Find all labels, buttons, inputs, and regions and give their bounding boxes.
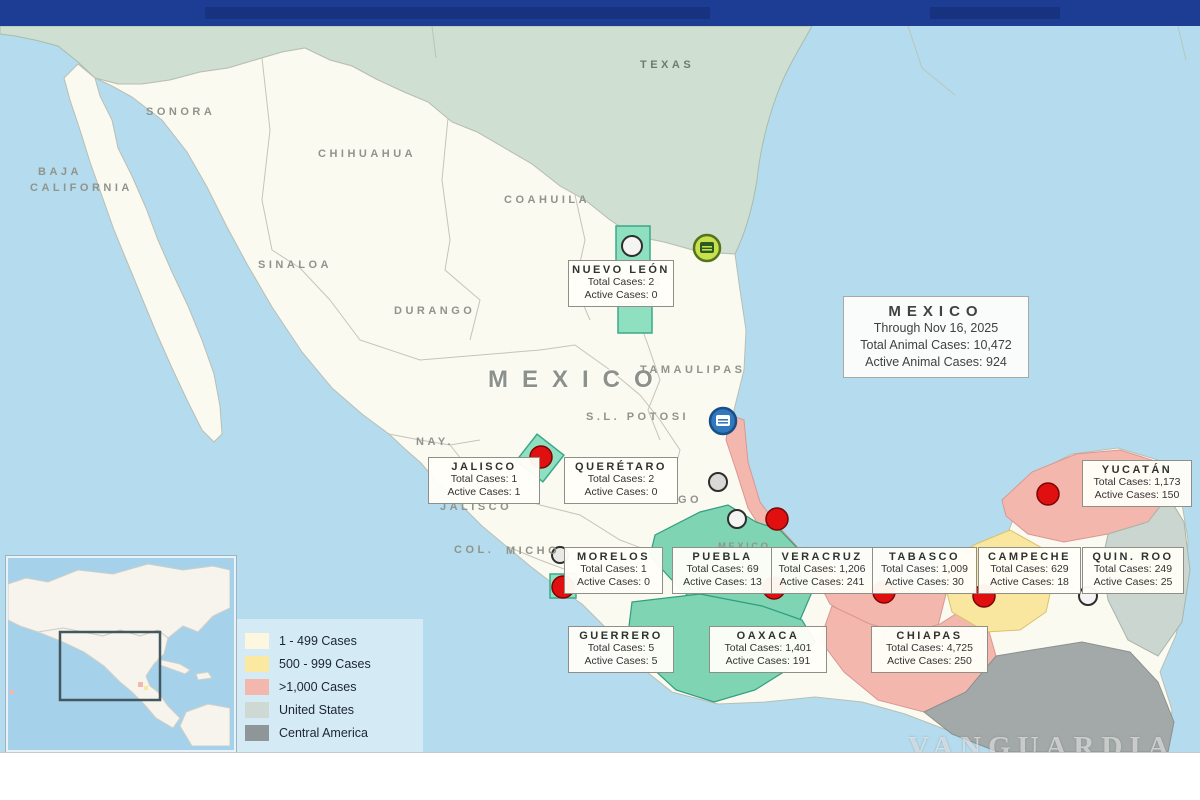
callout-total: Total Cases: 249 — [1085, 563, 1181, 576]
callout-title: MORELOS — [567, 551, 660, 563]
callout-active: Active Cases: 250 — [874, 655, 985, 668]
callout-chiapas: CHIAPAS Total Cases: 4,725 Active Cases:… — [871, 626, 988, 673]
label-sinaloa: SINALOA — [258, 259, 332, 271]
label-california: CALIFORNIA — [30, 182, 133, 194]
callout-title: QUERÉTARO — [567, 461, 675, 473]
callout-guerrero: GUERRERO Total Cases: 5 Active Cases: 5 — [568, 626, 674, 673]
label-sonora: SONORA — [146, 106, 215, 118]
label-coahuila: COAHUILA — [504, 194, 590, 206]
label-tamaulipas: TAMAULIPAS — [640, 364, 745, 376]
callout-total: Total Cases: 1 — [567, 563, 660, 576]
callout-active: Active Cases: 25 — [1085, 576, 1181, 589]
label-baja: BAJA — [38, 166, 82, 178]
moore-air-base-icon — [694, 235, 720, 261]
legend-label: Central America — [279, 726, 368, 740]
callout-total: Total Cases: 5 — [571, 642, 671, 655]
callout-quintana-roo: QUIN. ROO Total Cases: 249 Active Cases:… — [1082, 547, 1184, 594]
legend-item: >1,000 Cases — [245, 675, 423, 698]
callout-active: Active Cases: 0 — [571, 289, 671, 302]
mexico-summary-box: MEXICO Through Nov 16, 2025 Total Animal… — [843, 296, 1029, 378]
label-colima: COL. — [454, 544, 494, 556]
callout-title: QUIN. ROO — [1085, 551, 1181, 563]
callout-active: Active Cases: 241 — [774, 576, 870, 589]
legend-swatch-1000plus — [245, 679, 269, 695]
cropped-title-text — [930, 7, 1060, 19]
callout-tabasco: TABASCO Total Cases: 1,009 Active Cases:… — [872, 547, 977, 594]
legend-label: >1,000 Cases — [279, 680, 356, 694]
label-texas: TEXAS — [640, 59, 694, 71]
legend-label: 1 - 499 Cases — [279, 634, 357, 648]
legend-item: 1 - 499 Cases — [245, 629, 423, 652]
callout-total: Total Cases: 69 — [675, 563, 770, 576]
legend-item: United States — [245, 698, 423, 721]
legend-swatch-central-america — [245, 725, 269, 741]
callout-title: YUCATÁN — [1085, 464, 1189, 476]
legend-item: Central America — [245, 721, 423, 744]
summary-period: Through Nov 16, 2025 — [848, 320, 1024, 337]
callout-oaxaca: OAXACA Total Cases: 1,401 Active Cases: … — [709, 626, 827, 673]
inset-map-canvas — [8, 558, 230, 746]
legend-label: United States — [279, 703, 354, 717]
callout-veracruz: VERACRUZ Total Cases: 1,206 Active Cases… — [771, 547, 873, 594]
callout-total: Total Cases: 1,206 — [774, 563, 870, 576]
callout-active: Active Cases: 191 — [712, 655, 824, 668]
legend-swatch-500-999 — [245, 656, 269, 672]
callout-active: Active Cases: 13 — [675, 576, 770, 589]
callout-title: GUERRERO — [571, 630, 671, 642]
callout-total: Total Cases: 1 — [431, 473, 537, 486]
callout-active: Active Cases: 30 — [875, 576, 974, 589]
callout-active: Active Cases: 5 — [571, 655, 671, 668]
callout-morelos: MORELOS Total Cases: 1 Active Cases: 0 — [564, 547, 663, 594]
callout-active: Active Cases: 18 — [981, 576, 1078, 589]
callout-total: Total Cases: 1,401 — [712, 642, 824, 655]
callout-title: PUEBLA — [675, 551, 770, 563]
footer-bar: SI Dispersal Centers Moore Air Base MX S… — [0, 752, 1200, 800]
map-infographic: MEXICO TEXAS SONORA CHIHUAHUA BAJA CALIF… — [0, 0, 1200, 800]
callout-nuevo-leon: NUEVO LEÓN Total Cases: 2 Active Cases: … — [568, 260, 674, 307]
callout-total: Total Cases: 1,009 — [875, 563, 974, 576]
summary-total-cases: Total Animal Cases: 10,472 — [848, 337, 1024, 354]
label-durango: DURANGO — [394, 305, 475, 317]
callout-total: Total Cases: 4,725 — [874, 642, 985, 655]
callout-queretaro: QUERÉTARO Total Cases: 2 Active Cases: 0 — [564, 457, 678, 504]
callout-title: VERACRUZ — [774, 551, 870, 563]
callout-puebla: PUEBLA Total Cases: 69 Active Cases: 13 — [672, 547, 773, 594]
summary-active-cases: Active Animal Cases: 924 — [848, 354, 1024, 371]
label-nayarit: NAY. — [416, 436, 454, 448]
label-michoacan: MICHO — [506, 545, 560, 557]
legend-swatch-1-499 — [245, 633, 269, 649]
top-title-bar — [0, 0, 1200, 26]
callout-active: Active Cases: 1 — [431, 486, 537, 499]
callout-jalisco: JALISCO Total Cases: 1 Active Cases: 1 — [428, 457, 540, 504]
callout-total: Total Cases: 2 — [571, 276, 671, 289]
callout-active: Active Cases: 150 — [1085, 489, 1189, 502]
label-sl-potosi: S.L. POTOSI — [586, 411, 689, 423]
legend-item: 500 - 999 Cases — [245, 652, 423, 675]
callout-campeche: CAMPECHE Total Cases: 629 Active Cases: … — [978, 547, 1081, 594]
callout-title: CAMPECHE — [981, 551, 1078, 563]
callout-total: Total Cases: 2 — [567, 473, 675, 486]
legend-swatch-united-states — [245, 702, 269, 718]
si-dispersal-center-icon — [710, 408, 736, 434]
legend: 1 - 499 Cases 500 - 999 Cases >1,000 Cas… — [233, 619, 423, 752]
label-chihuahua: CHIHUAHUA — [318, 148, 416, 160]
inset-locator-map — [6, 556, 236, 752]
callout-title: OAXACA — [712, 630, 824, 642]
callout-title: TABASCO — [875, 551, 974, 563]
callout-title: NUEVO LEÓN — [571, 264, 671, 276]
callout-title: CHIAPAS — [874, 630, 985, 642]
callout-title: JALISCO — [431, 461, 537, 473]
callout-active: Active Cases: 0 — [567, 576, 660, 589]
callout-total: Total Cases: 1,173 — [1085, 476, 1189, 489]
summary-title: MEXICO — [848, 303, 1024, 320]
callout-active: Active Cases: 0 — [567, 486, 675, 499]
callout-yucatan: YUCATÁN Total Cases: 1,173 Active Cases:… — [1082, 460, 1192, 507]
label-guanajuato: GO — [678, 494, 702, 506]
callout-total: Total Cases: 629 — [981, 563, 1078, 576]
cropped-title-text — [205, 7, 710, 19]
legend-label: 500 - 999 Cases — [279, 657, 371, 671]
